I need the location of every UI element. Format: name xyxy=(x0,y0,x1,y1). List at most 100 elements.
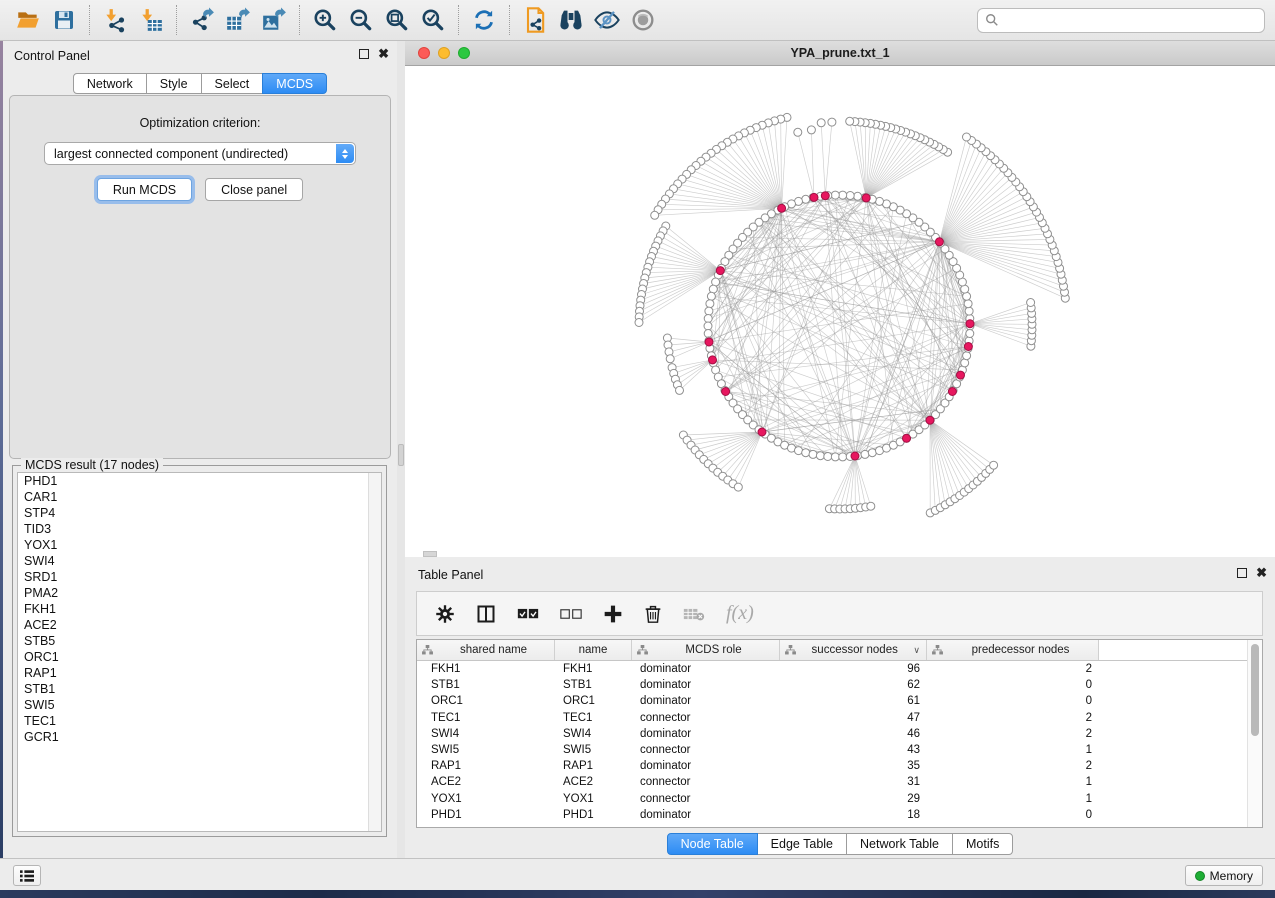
tab-select[interactable]: Select xyxy=(201,73,264,94)
column-header-predecessor-nodes[interactable]: predecessor nodes xyxy=(927,640,1099,660)
table-cell[interactable]: 2 xyxy=(927,663,1099,675)
graph-mcds-node[interactable] xyxy=(758,428,766,436)
column-header-name[interactable]: name xyxy=(555,640,632,660)
table-row[interactable]: STB1STB1dominator620 xyxy=(417,677,1262,693)
graph-mcds-node[interactable] xyxy=(810,193,818,201)
table-cell[interactable]: 0 xyxy=(927,679,1099,691)
table-cell[interactable]: 1 xyxy=(927,793,1099,805)
graph-leaf-node[interactable] xyxy=(676,386,684,394)
table-cell[interactable]: 2 xyxy=(927,728,1099,740)
table-cell[interactable]: 43 xyxy=(780,744,927,756)
open-session-button[interactable] xyxy=(10,3,46,37)
mcds-result-item[interactable]: STP4 xyxy=(18,505,381,521)
graph-node[interactable] xyxy=(831,191,839,199)
table-cell[interactable]: SWI4 xyxy=(417,728,555,740)
graph-mcds-node[interactable] xyxy=(926,416,934,424)
tab-node-table[interactable]: Node Table xyxy=(667,833,758,855)
graph-node[interactable] xyxy=(704,315,712,323)
mcds-result-item[interactable]: TEC1 xyxy=(18,713,381,729)
graph-mcds-node[interactable] xyxy=(948,388,956,396)
mcds-result-item[interactable]: CAR1 xyxy=(18,489,381,505)
mcds-result-item[interactable]: FKH1 xyxy=(18,601,381,617)
new-network-from-selection-button[interactable] xyxy=(517,3,553,37)
mcds-result-item[interactable]: SWI4 xyxy=(18,553,381,569)
table-row[interactable]: ACE2ACE2connector311 xyxy=(417,774,1262,790)
graph-node[interactable] xyxy=(964,300,972,308)
graph-mcds-node[interactable] xyxy=(935,238,943,246)
close-panel-button[interactable]: Close panel xyxy=(205,178,303,201)
table-cell[interactable]: dominator xyxy=(632,695,780,707)
hide-selected-button[interactable] xyxy=(589,3,625,37)
graph-node[interactable] xyxy=(966,330,974,338)
column-header-successor-nodes[interactable]: successor nodes∨ xyxy=(780,640,927,660)
table-cell[interactable]: RAP1 xyxy=(417,760,555,772)
graph-node[interactable] xyxy=(816,452,824,460)
table-cell[interactable]: ORC1 xyxy=(417,695,555,707)
table-scrollbar[interactable] xyxy=(1247,640,1262,827)
table-cell[interactable]: 1 xyxy=(927,776,1099,788)
table-row[interactable]: SWI5SWI5connector431 xyxy=(417,742,1262,758)
deselect-all-button[interactable] xyxy=(560,606,582,622)
table-cell[interactable]: 46 xyxy=(780,728,927,740)
graph-leaf-node[interactable] xyxy=(990,461,998,469)
graph-node[interactable] xyxy=(706,300,714,308)
close-panel-icon[interactable]: ✖ xyxy=(1256,568,1267,578)
mcds-result-item[interactable]: SRD1 xyxy=(18,569,381,585)
run-mcds-button[interactable]: Run MCDS xyxy=(97,178,192,201)
graph-leaf-node[interactable] xyxy=(963,133,971,141)
table-cell[interactable]: dominator xyxy=(632,760,780,772)
table-cell[interactable]: FKH1 xyxy=(417,663,555,675)
table-cell[interactable]: 29 xyxy=(780,793,927,805)
graph-leaf-node[interactable] xyxy=(734,483,742,491)
table-scrollbar-thumb[interactable] xyxy=(1251,644,1259,736)
graph-node[interactable] xyxy=(831,453,839,461)
memory-button[interactable]: Memory xyxy=(1185,865,1263,886)
mcds-result-item[interactable]: TID3 xyxy=(18,521,381,537)
graph-leaf-node[interactable] xyxy=(828,118,836,126)
graph-mcds-node[interactable] xyxy=(851,452,859,460)
table-cell[interactable]: PHD1 xyxy=(417,809,555,821)
table-row[interactable]: ORC1ORC1dominator610 xyxy=(417,693,1262,709)
table-cell[interactable]: 2 xyxy=(927,760,1099,772)
search-input[interactable] xyxy=(1003,13,1257,27)
graph-leaf-node[interactable] xyxy=(1027,299,1035,307)
network-graph[interactable] xyxy=(405,66,1275,557)
graph-leaf-node[interactable] xyxy=(807,126,815,134)
table-cell[interactable]: connector xyxy=(632,776,780,788)
table-cell[interactable]: SWI5 xyxy=(555,744,632,756)
close-panel-icon[interactable]: ✖ xyxy=(378,49,389,59)
table-cell[interactable]: YOX1 xyxy=(555,793,632,805)
graph-mcds-node[interactable] xyxy=(966,320,974,328)
table-cell[interactable]: 31 xyxy=(780,776,927,788)
tab-network-table[interactable]: Network Table xyxy=(846,833,953,855)
table-cell[interactable]: SWI5 xyxy=(417,744,555,756)
graph-mcds-node[interactable] xyxy=(964,343,972,351)
table-cell[interactable]: connector xyxy=(632,712,780,724)
table-row[interactable]: FKH1FKH1dominator962 xyxy=(417,661,1262,677)
network-window-titlebar[interactable]: YPA_prune.txt_1 xyxy=(405,41,1275,66)
graph-mcds-node[interactable] xyxy=(716,267,724,275)
table-options-button[interactable] xyxy=(435,604,455,624)
table-cell[interactable]: TEC1 xyxy=(417,712,555,724)
mcds-result-item[interactable]: ACE2 xyxy=(18,617,381,633)
graph-node[interactable] xyxy=(707,292,715,300)
table-cell[interactable]: RAP1 xyxy=(555,760,632,772)
mcds-result-item[interactable]: SWI5 xyxy=(18,697,381,713)
table-cell[interactable]: PHD1 xyxy=(555,809,632,821)
table-cell[interactable]: dominator xyxy=(632,663,780,675)
graph-node[interactable] xyxy=(965,307,973,315)
export-image-button[interactable] xyxy=(256,3,292,37)
table-cell[interactable]: 62 xyxy=(780,679,927,691)
table-row[interactable]: SWI4SWI4dominator462 xyxy=(417,726,1262,742)
criterion-select[interactable]: largest connected component (undirected) xyxy=(44,142,356,165)
column-header-shared-name[interactable]: shared name xyxy=(417,640,555,660)
delete-column-button[interactable] xyxy=(644,604,662,624)
mcds-result-item[interactable]: STB5 xyxy=(18,633,381,649)
mcds-result-item[interactable]: RAP1 xyxy=(18,665,381,681)
graph-node[interactable] xyxy=(854,192,862,200)
mcds-result-item[interactable]: YOX1 xyxy=(18,537,381,553)
table-cell[interactable]: connector xyxy=(632,744,780,756)
import-network-button[interactable] xyxy=(97,3,133,37)
graph-leaf-node[interactable] xyxy=(651,211,659,219)
graph-mcds-node[interactable] xyxy=(722,388,730,396)
